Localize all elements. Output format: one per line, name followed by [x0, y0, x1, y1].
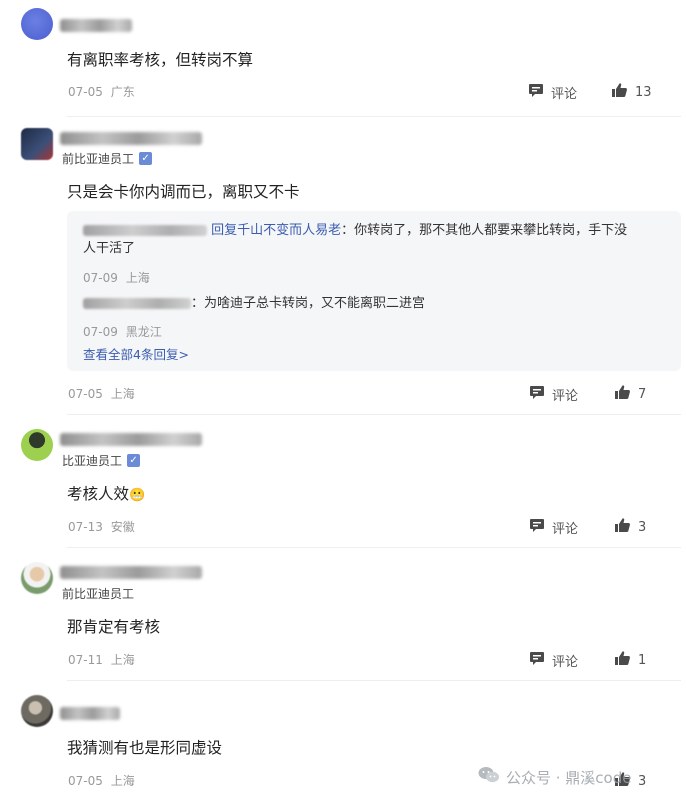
wechat-icon [478, 766, 500, 788]
like-count: 3 [638, 773, 647, 789]
comment-5: 我猜测有也是形同虚设 07-05 上海 3 [0, 0, 686, 807]
wechat-watermark: 公众号 · 鼎溪code [478, 766, 631, 788]
comment-location: 上海 [110, 774, 135, 788]
comment-date: 07-05 [68, 774, 103, 788]
comment-text: 我猜测有也是形同虚设 [67, 739, 223, 757]
comment-meta: 07-05 上海 [68, 772, 135, 789]
watermark-text: 公众号 · 鼎溪code [506, 768, 632, 787]
username-redacted[interactable] [60, 707, 120, 720]
avatar[interactable] [21, 695, 53, 727]
